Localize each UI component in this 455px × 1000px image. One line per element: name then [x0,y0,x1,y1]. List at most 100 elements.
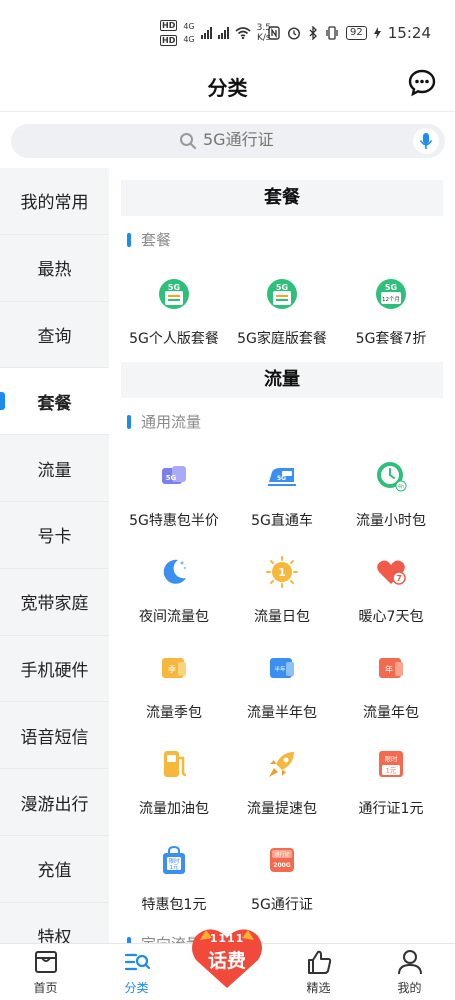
sidebar-item-label: 流量 [37,460,72,481]
sidebar-item-favorites[interactable]: 我的常用 [0,168,109,235]
search-bar[interactable] [11,124,445,158]
section-title-data: 流量 [121,362,443,398]
tile-season-data[interactable]: 季 流量季包 [119,652,229,742]
section-title-plans: 套餐 [121,180,443,216]
tile-label: 流量季包 [146,705,202,721]
tile-label: 流量年包 [363,705,419,721]
svg-text:1元: 1元 [386,767,397,775]
message-button[interactable] [407,68,437,98]
svg-text:1: 1 [278,566,286,579]
tile-pass-1yuan[interactable]: 限时 1元 通行证1元 [336,748,446,838]
category-sidebar: 我的常用 最热 查询 套餐 流量 号卡 宽带家庭 手机硬件 语音短信 漫游出行 … [0,168,109,943]
tile-half-year-data[interactable]: 半年 流量半年包 [227,652,337,742]
microphone-icon [419,133,433,149]
moon-icon [163,559,186,584]
tile-label: 5G个人版套餐 [129,331,219,347]
tile-label: 5G特惠包半价 [129,513,219,529]
tile-5g-family-plan[interactable]: 5G 5G家庭版套餐 [227,278,337,368]
tile-label: 流量提速包 [247,801,317,817]
tile-5g-half-price[interactable]: 5G 5G特惠包半价 [119,460,229,550]
promo-top-text: 1111 [209,932,245,945]
search-input[interactable] [203,130,403,149]
status-bar: HD HD 4G 4G 3.5 K/s 92 15:24 [0,0,455,64]
clock-4h-icon: 4h [377,462,407,492]
nav-label: 我的 [397,981,422,995]
sidebar-item-label: 号卡 [37,527,72,548]
sidebar-item-hot[interactable]: 最热 [0,235,109,302]
tile-speed-data[interactable]: 流量提速包 [227,748,337,838]
sidebar-item-roaming[interactable]: 漫游出行 [0,769,109,836]
tile-daily-data[interactable]: 1 流量日包 [227,556,337,646]
svg-text:7: 7 [396,574,402,583]
rocket-icon [269,752,294,777]
sun-coin-icon: 1 [266,556,298,588]
svg-text:通行证: 通行证 [274,851,289,858]
tile-night-data[interactable]: 夜间流量包 [119,556,229,646]
tile-7day-data[interactable]: 7 暖心7天包 [336,556,446,646]
tile-booster-data[interactable]: 流量加油包 [119,748,229,838]
svg-text:5G: 5G [385,283,397,292]
tile-label: 特惠包1元 [141,897,207,913]
nav-label: 首页 [33,981,58,995]
nav-category[interactable]: 分类 [91,948,182,996]
shopping-bag-icon: 限时1元 [163,845,185,874]
nav-profile[interactable]: 我的 [364,948,455,996]
sidebar-item-recharge[interactable]: 充值 [0,836,109,903]
sidebar-item-data[interactable]: 流量 [0,435,109,502]
svg-text:半年: 半年 [274,665,286,673]
tile-5g-personal-plan[interactable]: 5G 5G个人版套餐 [119,278,229,368]
sidebar-item-voice-sms[interactable]: 语音短信 [0,702,109,770]
sidebar-item-sim-card[interactable]: 号卡 [0,502,109,569]
vibrate-icon [326,26,338,40]
svg-text:4h: 4h [398,484,404,490]
sidebar-item-broadband[interactable]: 宽带家庭 [0,569,109,636]
sidebar-item-hardware[interactable]: 手机硬件 [0,636,109,703]
search-icon [180,133,197,150]
fuel-pump-icon [164,751,187,777]
tile-label: 5G家庭版套餐 [237,331,327,347]
svg-text:1元: 1元 [170,864,179,871]
sidebar-item-query[interactable]: 查询 [0,302,109,369]
sidebar-item-label: 语音短信 [20,727,89,748]
svg-text:季: 季 [168,664,176,674]
nav-home[interactable]: 首页 [0,948,91,996]
network-type: 4G [183,35,195,44]
sidebar-item-privileges[interactable]: 特权 [0,903,109,943]
sidebar-item-label: 套餐 [37,393,72,414]
hd-badge: HD [160,20,178,31]
thumbs-up-icon [307,950,331,974]
5g-train-icon: 5G [268,468,296,486]
svg-text:5G: 5G [277,475,286,482]
tile-label: 暖心7天包 [358,609,424,625]
voice-search-button[interactable] [413,128,439,154]
svg-text:5G: 5G [166,474,177,482]
profile-icon [397,950,422,975]
tile-annual-data[interactable]: 年 流量年包 [336,652,446,742]
chat-bubble-icon [408,69,436,97]
page-header: 分类 [0,64,455,112]
clock-time: 15:24 [387,24,431,42]
svg-text:12个月: 12个月 [382,296,400,303]
limited-ticket-icon: 限时 1元 [379,751,403,777]
promo-badge[interactable]: 1111 话费 [190,926,264,990]
tile-hourly-data[interactable]: 4h 流量小时包 [336,460,446,550]
nav-featured[interactable]: 精选 [273,948,364,996]
charging-icon [373,27,381,39]
subsection-title-plans: 套餐 [127,230,171,250]
svg-text:200G: 200G [273,862,291,869]
alarm-icon [288,27,301,40]
5g-family-plan-icon: 5G [267,279,297,309]
tile-5g-pass[interactable]: 通行证 200G 5G通行证 [227,844,337,934]
nav-label: 分类 [124,981,149,995]
sidebar-item-plans[interactable]: 套餐 [0,368,109,436]
tile-5g-express[interactable]: 5G 5G直通车 [227,460,337,550]
tile-special-1yuan[interactable]: 限时 1元 特惠包1元 [119,844,229,934]
svg-text:限时: 限时 [385,754,399,763]
sidebar-item-label: 宽带家庭 [20,594,89,615]
tile-5g-plan-discount[interactable]: 5G 12个月 5G套餐7折 [336,278,446,368]
tile-label: 5G通行证 [251,897,313,913]
nav-label: 精选 [306,981,331,995]
sidebar-item-label: 我的常用 [20,193,89,214]
network-type: 4G [183,22,195,31]
tile-label: 5G直通车 [251,513,313,529]
